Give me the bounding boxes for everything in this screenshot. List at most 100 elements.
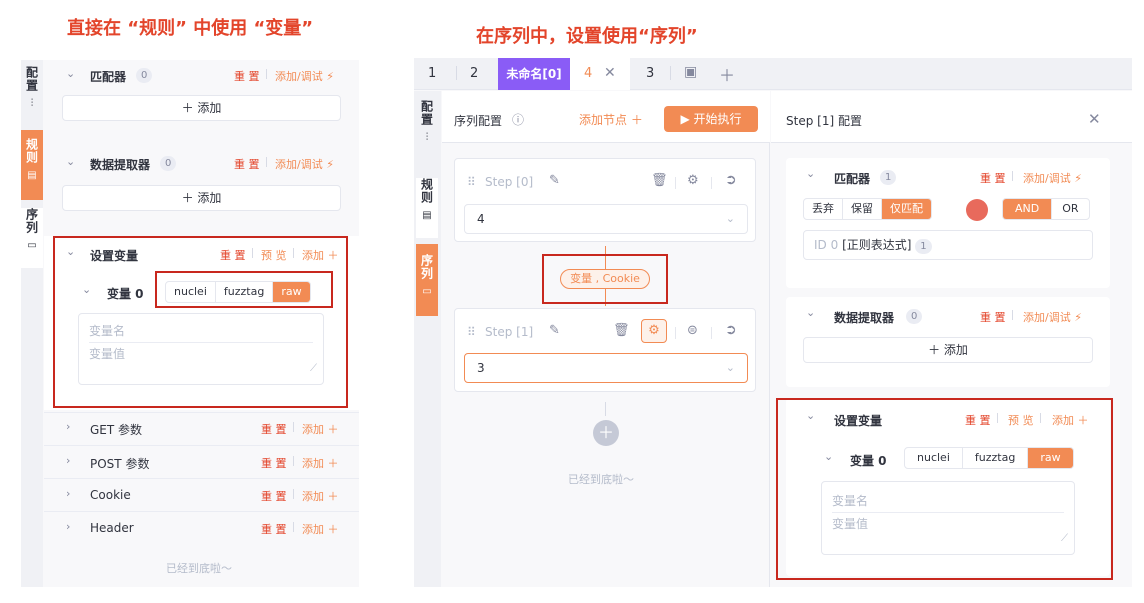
- color-dot[interactable]: [966, 199, 988, 221]
- matcher-title: 匹配器: [834, 172, 871, 186]
- divider: [456, 66, 457, 80]
- sequence-title: 序列配置: [454, 114, 503, 128]
- chevron-down-icon[interactable]: ⌄: [66, 67, 75, 80]
- drag-handle-icon[interactable]: ⠿: [467, 325, 476, 339]
- header-reset-button[interactable]: 重 置: [261, 521, 287, 537]
- chevron-right-icon[interactable]: ›: [66, 487, 70, 500]
- right-caption: 在序列中，设置使用“序列”: [476, 26, 698, 47]
- cookie-reset-button[interactable]: 重 置: [261, 488, 287, 504]
- close-icon[interactable]: ✕: [1088, 110, 1101, 128]
- arrow-circle-icon[interactable]: ➲: [725, 172, 737, 188]
- edit-icon[interactable]: ✎: [549, 323, 560, 338]
- highlight-box: [542, 254, 668, 304]
- matcher-rule-row[interactable]: ID 0 [正则表达式] 1: [803, 230, 1093, 260]
- extractor-add-debug-button[interactable]: 添加/调试 ⚡: [1023, 309, 1082, 325]
- seg-keep[interactable]: 保留: [843, 199, 882, 219]
- plus-icon: ＋: [327, 523, 339, 536]
- step-0-name: Step [0]: [485, 175, 534, 189]
- get-params-add-button[interactable]: 添加 ＋: [302, 421, 339, 437]
- settings-icon[interactable]: ⚙: [641, 319, 667, 343]
- connector-line: [605, 402, 606, 416]
- divider: [1012, 310, 1013, 320]
- left-caption: 直接在 “规则” 中使用 “变量”: [67, 18, 314, 39]
- add-step-button[interactable]: ＋: [593, 420, 619, 446]
- step-config-title: Step [1] 配置: [786, 114, 862, 128]
- stack-icon: ▭: [422, 286, 432, 297]
- seg-discard[interactable]: 丢弃: [804, 199, 843, 219]
- post-params-add-button[interactable]: 添加 ＋: [302, 455, 339, 471]
- side-tab-rules[interactable]: 规则 ▤: [416, 178, 438, 238]
- extractor-reset-button[interactable]: 重 置: [234, 156, 260, 172]
- chevron-right-icon[interactable]: ›: [66, 520, 70, 533]
- extractor-add-button[interactable]: ＋ 添加: [62, 185, 341, 211]
- trash-icon[interactable]: 🗑: [613, 323, 630, 338]
- tab-2[interactable]: 2: [470, 66, 478, 81]
- edit-icon[interactable]: ✎: [549, 173, 560, 188]
- divider: [675, 177, 676, 189]
- matcher-add-debug-button[interactable]: 添加/调试 ⚡: [1023, 170, 1082, 186]
- seg-and[interactable]: AND: [1003, 199, 1053, 219]
- header-add-button[interactable]: 添加 ＋: [302, 521, 339, 537]
- plus-icon: ＋: [327, 457, 339, 470]
- divider: [293, 489, 294, 499]
- match-mode-segmented: 丢弃 保留 仅匹配: [803, 198, 932, 220]
- bottom-reached-text: 已经到底啦～: [166, 562, 232, 575]
- chevron-right-icon[interactable]: ›: [66, 420, 70, 433]
- sliders-icon: ⫶: [425, 132, 429, 143]
- drag-handle-icon[interactable]: ⠿: [467, 175, 476, 189]
- chevron-down-icon[interactable]: ⌄: [806, 167, 815, 180]
- side-tab-config[interactable]: 配置 ⫶: [21, 66, 43, 126]
- matcher-reset-button[interactable]: 重 置: [980, 170, 1006, 186]
- step-1-select[interactable]: 3 ⌄: [464, 353, 748, 383]
- chevron-down-icon[interactable]: ⌄: [66, 155, 75, 168]
- extractor-add-debug-button[interactable]: 添加/调试 ⚡: [275, 156, 334, 172]
- seg-match-only[interactable]: 仅匹配: [882, 199, 931, 219]
- right-side-tab-strip: [414, 91, 441, 587]
- extractor-add-button[interactable]: ＋ 添加: [803, 337, 1093, 363]
- chevron-right-icon[interactable]: ›: [66, 454, 70, 467]
- matcher-add-button[interactable]: ＋ 添加: [62, 95, 341, 121]
- matcher-reset-button[interactable]: 重 置: [234, 68, 260, 84]
- arrow-circle-icon[interactable]: ➲: [725, 322, 737, 338]
- tab-4[interactable]: 4 ✕: [570, 58, 630, 90]
- divider: [44, 412, 359, 413]
- add-node-button[interactable]: 添加节点 ＋: [579, 111, 643, 128]
- step-0-select[interactable]: 4 ⌄: [464, 204, 748, 234]
- post-params-title: POST 参数: [90, 457, 150, 471]
- settings-icon[interactable]: ⚙: [687, 173, 699, 188]
- side-tab-sequence[interactable]: 序列 ▭: [21, 208, 43, 268]
- side-tab-sequence[interactable]: 序列 ▭: [416, 244, 438, 316]
- sliders-icon: ⫶: [30, 98, 34, 109]
- extractor-title: 数据提取器: [90, 158, 151, 172]
- divider: [293, 456, 294, 466]
- tab-unnamed-0[interactable]: 未命名[0]: [498, 58, 570, 90]
- highlight-box-small: [155, 271, 333, 308]
- post-params-reset-button[interactable]: 重 置: [261, 455, 287, 471]
- side-tab-config[interactable]: 配置 ⫶: [416, 100, 438, 160]
- chevron-down-icon[interactable]: ⌄: [806, 306, 815, 319]
- extractor-reset-button[interactable]: 重 置: [980, 309, 1006, 325]
- cookie-add-button[interactable]: 添加 ＋: [302, 488, 339, 504]
- side-tab-rules[interactable]: 规则 ▤: [21, 130, 43, 200]
- toggle-icon[interactable]: ⊜: [687, 323, 698, 338]
- trash-icon[interactable]: 🗑: [651, 173, 668, 188]
- plus-icon: ＋: [181, 101, 194, 115]
- help-icon[interactable]: ⓘ: [512, 111, 524, 128]
- start-run-button[interactable]: ▶ 开始执行: [664, 106, 758, 132]
- plus-icon: ＋: [327, 423, 339, 436]
- get-params-reset-button[interactable]: 重 置: [261, 421, 287, 437]
- seg-or[interactable]: OR: [1052, 199, 1088, 219]
- tab-1[interactable]: 1: [428, 66, 436, 81]
- divider: [711, 327, 712, 339]
- matcher-add-debug-button[interactable]: 添加/调试 ⚡: [275, 68, 334, 84]
- get-params-title: GET 参数: [90, 423, 143, 437]
- extractor-title: 数据提取器: [834, 311, 895, 325]
- play-icon: ▶: [680, 112, 690, 126]
- save-icon[interactable]: ▣: [684, 64, 697, 80]
- add-tab-icon[interactable]: ＋: [719, 62, 735, 86]
- header-title: Header: [90, 521, 134, 535]
- divider: [1012, 171, 1013, 181]
- close-icon[interactable]: ✕: [604, 65, 616, 81]
- tab-3[interactable]: 3: [646, 66, 654, 81]
- highlight-box: [53, 236, 348, 408]
